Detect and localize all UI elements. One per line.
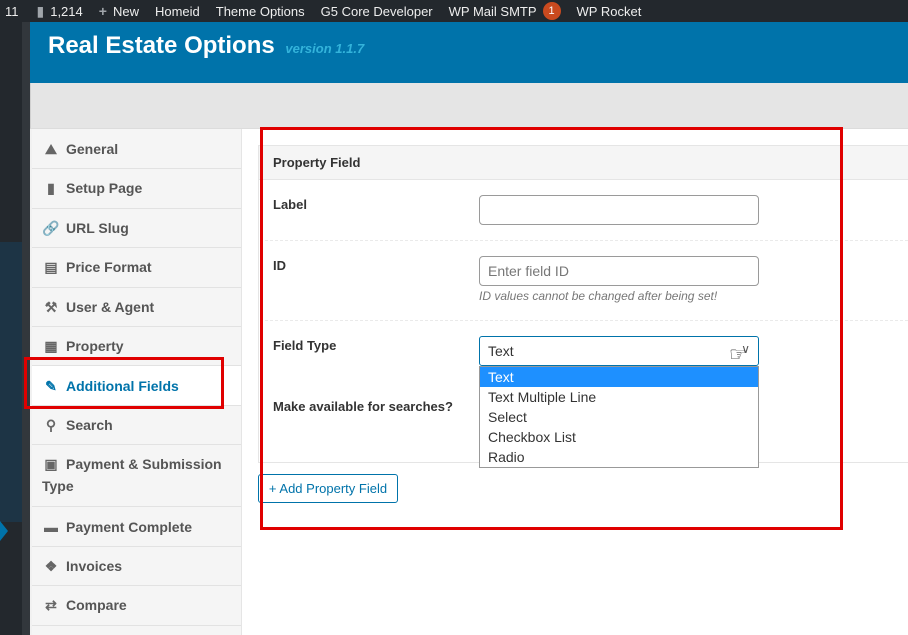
new-label: New xyxy=(112,3,139,19)
notification-badge: 1 xyxy=(542,2,561,20)
sidebar-item-label: Payment Complete xyxy=(66,519,193,535)
tag-icon: ❖ xyxy=(44,558,58,574)
building-icon: ⛰ xyxy=(45,141,57,157)
admin-bar-comments[interactable]: ▮ 1,214 xyxy=(29,0,91,22)
admin-menu-separator xyxy=(22,22,30,635)
sidebar-item-label: Price Format xyxy=(66,259,152,275)
comments-count: 1,214 xyxy=(50,3,83,19)
sidebar-item-label: Payment & Submission Type xyxy=(42,456,222,494)
admin-bar-updates[interactable]: 11 xyxy=(0,0,29,22)
wrench-icon: ⚒ xyxy=(44,299,58,315)
building-grid-icon: ▦ xyxy=(44,338,58,354)
sidebar-item-search[interactable]: ⚲ Search xyxy=(32,406,241,445)
sidebar-item-label: Property xyxy=(66,338,124,354)
sidebar-item-label: Compare xyxy=(66,597,127,613)
annotation-highlight-panel xyxy=(260,127,843,530)
sidebar-item-label: General xyxy=(66,141,119,157)
admin-bar-theme-options[interactable]: Theme Options xyxy=(208,0,313,22)
sidebar-item-compare[interactable]: ⇄ Compare xyxy=(32,586,241,626)
options-header: Real Estate Options version 1.1.7 xyxy=(30,22,908,83)
admin-bar: 11 ▮ 1,214 + New Homeid Theme Options G5… xyxy=(0,0,908,22)
comment-icon: ▮ xyxy=(36,2,45,19)
exchange-icon: ⇄ xyxy=(45,597,57,613)
admin-bar-wp-mail-smtp[interactable]: WP Mail SMTP 1 xyxy=(441,0,569,22)
card-icon: ▬ xyxy=(44,519,58,535)
current-menu-arrow-icon xyxy=(0,521,8,541)
admin-bar-wp-rocket[interactable]: WP Rocket xyxy=(569,0,650,22)
admin-bar-g5-core[interactable]: G5 Core Developer xyxy=(313,0,441,22)
version-label: version 1.1.7 xyxy=(285,41,365,56)
pages-icon: ▮ xyxy=(47,180,55,196)
sidebar-item-price-format[interactable]: ▤ Price Format xyxy=(32,248,241,288)
sidebar-item-label: URL Slug xyxy=(66,220,129,236)
admin-menu-strip xyxy=(0,22,30,635)
sidebar-item-payment-submission[interactable]: ▣ Payment & Submission Type xyxy=(32,445,241,507)
sidebar-item-payment-complete[interactable]: ▬ Payment Complete xyxy=(32,507,241,547)
sidebar-item-user-agent[interactable]: ⚒ User & Agent xyxy=(32,288,241,327)
sidebar-item-label: Setup Page xyxy=(66,180,143,196)
search-icon: ⚲ xyxy=(45,417,57,433)
cart-icon: ▣ xyxy=(44,456,58,472)
page-title: Real Estate Options version 1.1.7 xyxy=(48,32,364,60)
options-toolbar xyxy=(30,83,908,129)
plus-icon: + xyxy=(98,3,107,19)
sidebar-item-invoices[interactable]: ❖ Invoices xyxy=(32,547,241,586)
admin-bar-site-name[interactable]: Homeid xyxy=(147,0,208,22)
annotation-highlight-nav xyxy=(24,357,224,409)
sidebar-item-label: Search xyxy=(66,417,113,433)
sidebar-item-general[interactable]: ⛰ General xyxy=(32,129,241,169)
page-title-text: Real Estate Options xyxy=(48,32,275,59)
money-icon: ▤ xyxy=(44,259,58,275)
link-icon: 🔗 xyxy=(42,220,60,236)
sidebar-item-url-slug[interactable]: 🔗 URL Slug xyxy=(32,209,241,248)
sidebar-item-setup-page[interactable]: ▮ Setup Page xyxy=(32,169,241,209)
sidebar-item-label: Invoices xyxy=(66,558,123,574)
sidebar-item-label: User & Agent xyxy=(66,299,155,315)
admin-menu-current xyxy=(0,242,22,522)
admin-bar-new[interactable]: + New xyxy=(91,0,147,22)
wp-mail-smtp-label: WP Mail SMTP xyxy=(448,3,537,19)
